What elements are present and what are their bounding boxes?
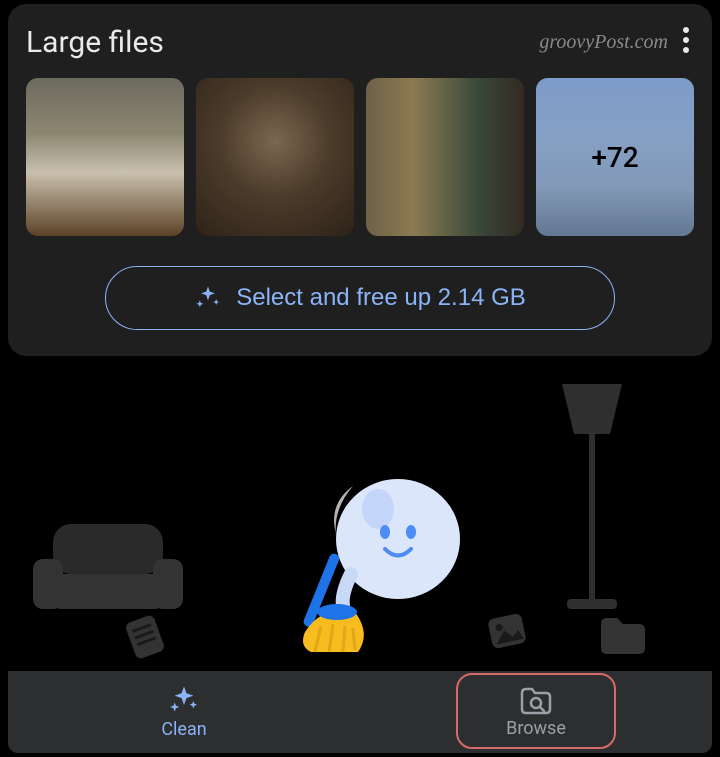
card-header: Large files groovyPost.com bbox=[26, 22, 694, 62]
select-free-up-button[interactable]: Select and free up 2.14 GB bbox=[105, 266, 615, 330]
card-title: Large files bbox=[26, 25, 164, 60]
thumbnail-more[interactable]: +72 bbox=[536, 78, 694, 236]
thumbnail-3[interactable] bbox=[366, 78, 524, 236]
folder-icon bbox=[597, 614, 647, 656]
more-count-label: +72 bbox=[591, 141, 638, 174]
large-files-card: Large files groovyPost.com +72 Select an… bbox=[8, 4, 712, 356]
cleaning-blob-icon bbox=[303, 454, 473, 654]
nav-clean[interactable]: Clean bbox=[8, 671, 360, 753]
watermark-text: groovyPost.com bbox=[539, 31, 668, 54]
more-vert-icon[interactable] bbox=[678, 22, 694, 62]
illustration-zone bbox=[8, 384, 712, 674]
nav-browse[interactable]: Browse bbox=[360, 671, 712, 753]
sparkle-icon bbox=[168, 685, 200, 717]
action-button-label: Select and free up 2.14 GB bbox=[236, 284, 526, 312]
sofa-icon bbox=[28, 514, 188, 624]
nav-browse-label: Browse bbox=[506, 718, 566, 739]
lamp-icon bbox=[542, 384, 642, 614]
thumbnail-1[interactable] bbox=[26, 78, 184, 236]
sparkle-icon bbox=[194, 284, 222, 312]
folder-search-icon bbox=[519, 686, 553, 716]
bottom-nav: Clean Browse bbox=[8, 671, 712, 753]
thumbnail-2[interactable] bbox=[196, 78, 354, 236]
header-right: groovyPost.com bbox=[539, 22, 694, 62]
image-icon bbox=[482, 606, 532, 656]
document-icon bbox=[118, 610, 172, 664]
thumbnail-row: +72 bbox=[26, 78, 694, 236]
nav-clean-label: Clean bbox=[161, 719, 206, 740]
